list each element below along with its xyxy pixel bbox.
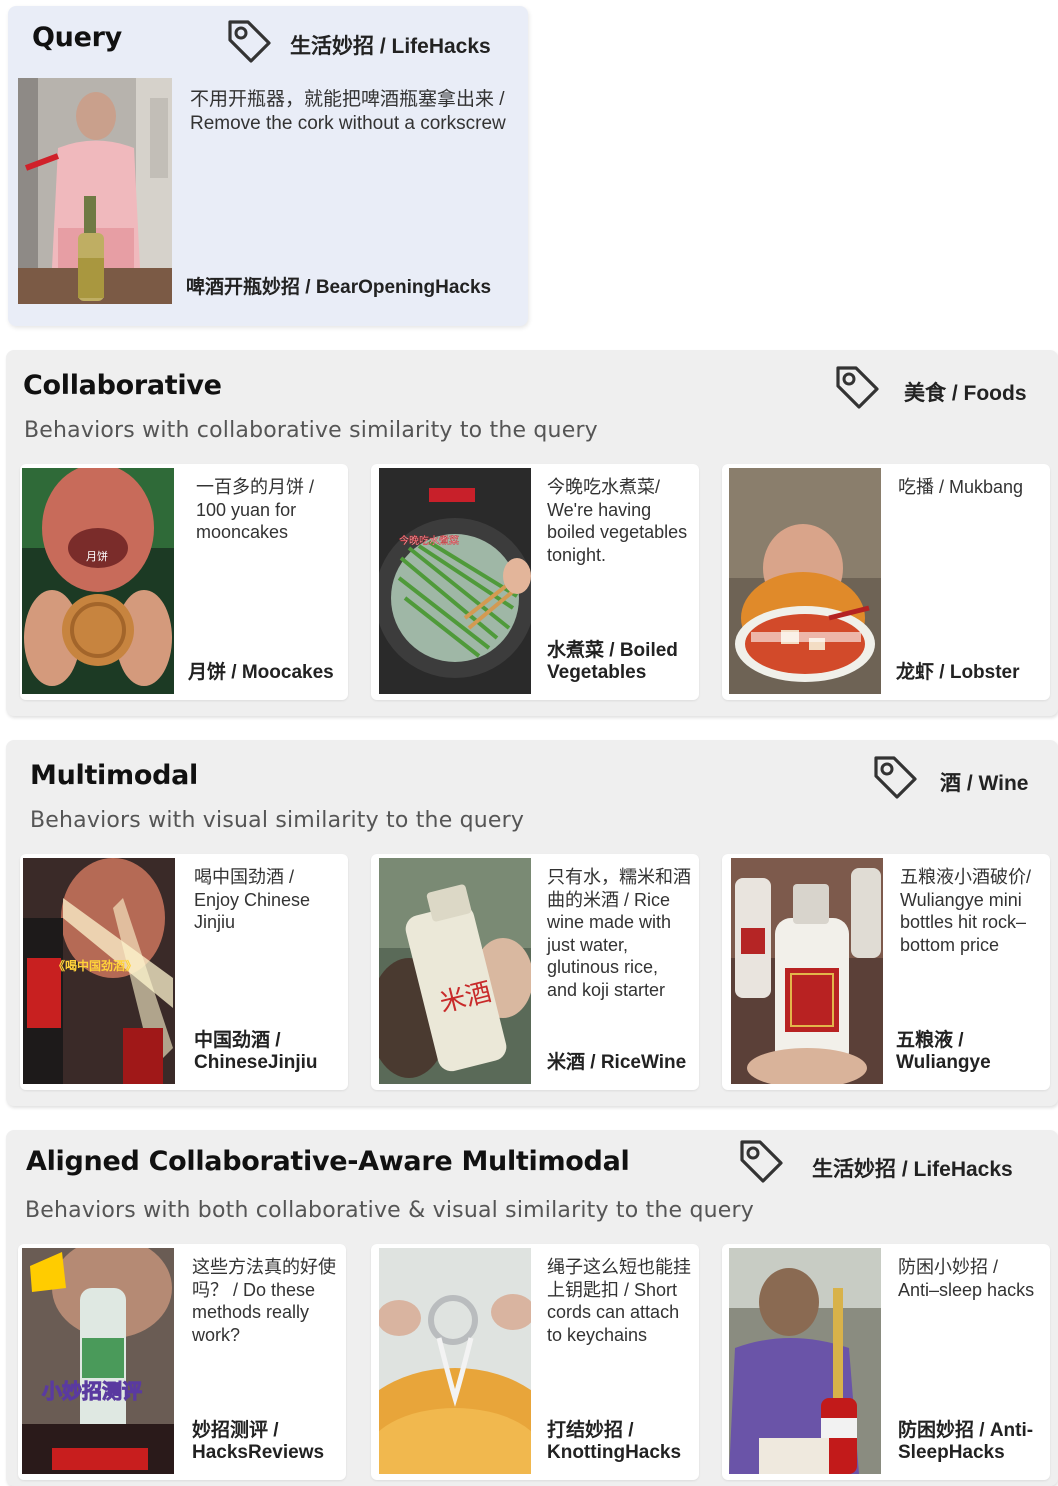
behavior-card[interactable]: 小妙招测评 这些方法真的好使吗？ / Do these methods real… (18, 1244, 346, 1480)
section-tag: 生活妙招 / LifeHacks (812, 1158, 1013, 1181)
multimodal-panel: Multimodal Behaviors with visual similar… (6, 740, 1058, 1106)
tag-icon (228, 20, 271, 63)
video-thumbnail[interactable] (379, 1248, 531, 1474)
behavior-card[interactable]: 吃播 / Mukbang 龙虾 / Lobster (722, 464, 1050, 700)
video-thumbnail[interactable]: 《喝中国劲酒》 (23, 858, 175, 1084)
section-title: Multimodal (30, 760, 198, 791)
section-title: Collaborative (23, 370, 222, 401)
video-thumbnail[interactable] (729, 468, 881, 694)
card-description: 只有水，糯米和酒曲的米酒 / Rice wine made with just … (547, 867, 691, 1000)
video-thumbnail[interactable] (729, 1248, 881, 1474)
section-tag: 酒 / Wine (940, 772, 1029, 795)
card-label: 龙虾 / Lobster (896, 662, 1020, 683)
collaborative-panel: Collaborative Behaviors with collaborati… (6, 350, 1058, 716)
video-thumbnail[interactable]: 米酒 (379, 858, 531, 1084)
card-label: 打结妙招 / KnottingHacks (547, 1420, 682, 1463)
card-label: 米酒 / RiceWine (547, 1052, 687, 1073)
card-description: 五粮液小酒破价/ Wuliangye mini bottles hit rock… (900, 867, 1032, 955)
card-description: 绳子这么短也能挂上钥匙扣 / Short cords can attach to… (547, 1257, 691, 1345)
tag-icon (874, 756, 917, 799)
query-tag: 生活妙招 / LifeHacks (290, 35, 491, 58)
card-label: 防困妙招 / Anti-SleepHacks (898, 1420, 1034, 1463)
query-thumbnail[interactable] (18, 78, 172, 304)
section-subtitle: Behaviors with both collaborative & visu… (25, 1198, 754, 1223)
video-thumbnail[interactable]: 小妙招测评 (22, 1248, 174, 1474)
card-label: 中国劲酒 / ChineseJinjiu (194, 1030, 318, 1073)
video-thumbnail[interactable] (731, 858, 883, 1084)
card-label: 妙招测评 / HacksReviews (192, 1420, 325, 1463)
query-label: 啤酒开瓶妙招 / BearOpeningHacks (186, 277, 492, 298)
tag-icon (836, 366, 879, 409)
behavior-card[interactable]: 《喝中国劲酒》 喝中国劲酒 / Enjoy Chinese Jinjiu 中国劲… (20, 854, 348, 1090)
thumb-caption: 《喝中国劲酒》 (53, 958, 137, 973)
card-description: 今晚吃水煮菜/ We're having boiled vegetables t… (547, 477, 688, 565)
card-label: 水煮菜 / Boiled Vegetables (547, 640, 678, 683)
tag-icon (740, 1140, 783, 1183)
behavior-card[interactable]: 月饼 一百多的月饼 / 100 yuan for mooncakes 月饼 / … (20, 464, 348, 700)
video-thumbnail[interactable]: 月饼 (22, 468, 174, 694)
card-description: 一百多的月饼 / 100 yuan for mooncakes (196, 477, 315, 542)
section-subtitle: Behaviors with visual similarity to the … (30, 808, 525, 833)
query-title: Query (32, 22, 122, 53)
card-description: 喝中国劲酒 / Enjoy Chinese Jinjiu (194, 867, 311, 932)
card-description: 这些方法真的好使吗？ / Do these methods really wor… (192, 1257, 336, 1345)
thumb-caption: 小妙招测评 (42, 1379, 142, 1403)
section-tag: 美食 / Foods (904, 382, 1027, 405)
thumb-caption: 今晚吃水煮菜 (399, 534, 459, 547)
behavior-card[interactable]: 防困小妙招 / Anti–sleep hacks 防困妙招 / Anti-Sle… (722, 1244, 1050, 1480)
thumb-caption: 月饼 (86, 549, 108, 563)
card-description: 防困小妙招 / Anti–sleep hacks (898, 1257, 1035, 1300)
behavior-card[interactable]: 五粮液小酒破价/ Wuliangye mini bottles hit rock… (722, 854, 1050, 1090)
query-description: 不用开瓶器，就能把啤酒瓶塞拿出来 / Remove the cork witho… (190, 89, 506, 134)
query-panel: Query 生活妙招 / LifeHacks 不用开瓶器，就能把啤酒瓶塞拿出来 … (8, 6, 528, 326)
behavior-card[interactable]: 米酒 只有水，糯米和酒曲的米酒 / Rice wine made with ju… (371, 854, 699, 1090)
card-description: 吃播 / Mukbang (898, 477, 1024, 497)
behavior-card[interactable]: 绳子这么短也能挂上钥匙扣 / Short cords can attach to… (371, 1244, 699, 1480)
card-label: 月饼 / Moocakes (188, 662, 334, 683)
behavior-card[interactable]: 今晚吃水煮菜 今晚吃水煮菜/ We're having boiled veget… (371, 464, 699, 700)
aligned-panel: Aligned Collaborative-Aware Multimodal B… (6, 1130, 1058, 1486)
section-title: Aligned Collaborative-Aware Multimodal (26, 1146, 630, 1177)
video-thumbnail[interactable]: 今晚吃水煮菜 (379, 468, 531, 694)
section-subtitle: Behaviors with collaborative similarity … (24, 418, 598, 443)
card-label: 五粮液 / Wuliangye (896, 1030, 991, 1073)
